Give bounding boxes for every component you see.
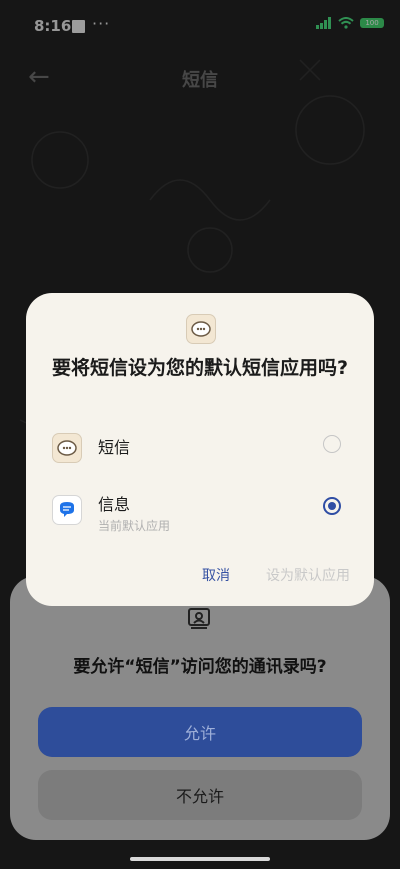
dialog-title: 要将短信设为您的默认短信应用吗?	[51, 357, 349, 379]
contacts-permission-sheet: 要允许“短信”访问您的通讯录吗? 允许 不允许	[10, 576, 390, 840]
option-subtitle: 当前默认应用	[98, 519, 171, 533]
option-label: 信息	[98, 495, 131, 514]
option-sms[interactable]: 短信	[26, 421, 374, 477]
messages-app-icon	[52, 495, 82, 525]
option-label: 短信	[98, 438, 131, 457]
cancel-button[interactable]: 取消	[202, 565, 230, 585]
sms-app-icon	[186, 314, 216, 344]
home-indicator[interactable]	[130, 857, 270, 861]
permission-title: 要允许“短信”访问您的通讯录吗?	[73, 657, 327, 677]
radio-selected[interactable]	[323, 497, 341, 515]
radio-unselected[interactable]	[323, 435, 341, 453]
option-messages[interactable]: 信息 当前默认应用	[26, 483, 374, 539]
default-sms-dialog: 要将短信设为您的默认短信应用吗? 短信 信息 当前默认应用 取消 设为默认应用	[26, 293, 374, 606]
deny-button[interactable]: 不允许	[38, 770, 362, 820]
allow-button[interactable]: 允许	[38, 707, 362, 757]
sms-app-icon	[52, 433, 82, 463]
set-default-button[interactable]: 设为默认应用	[266, 565, 350, 585]
contacts-card-icon	[188, 608, 210, 629]
screen: 8:16 ··· 100 ← 短信 要允许“短信”访问您的通讯录吗? 允许 不允…	[0, 0, 400, 869]
